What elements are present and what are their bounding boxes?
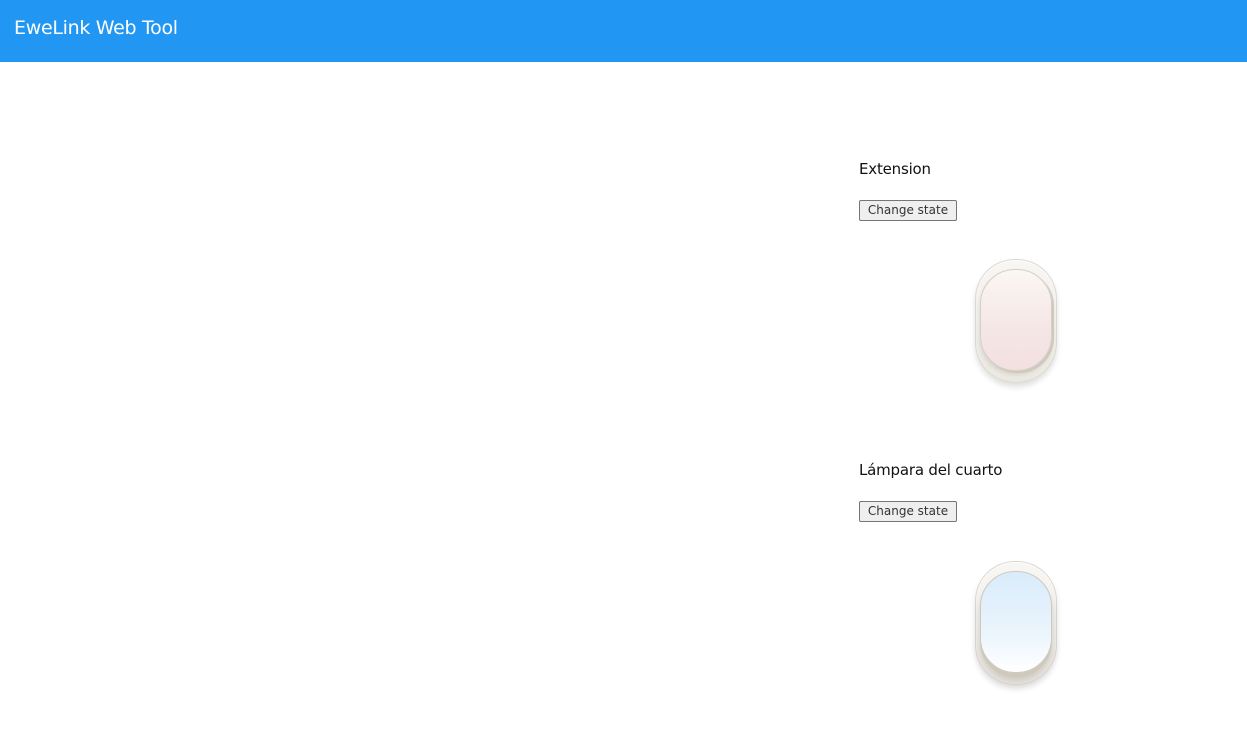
device-name: Lámpara del cuarto: [859, 461, 1003, 479]
switch-rocker[interactable]: [980, 269, 1052, 371]
change-state-button[interactable]: Change state: [859, 501, 957, 522]
device-card-lampara: Lámpara del cuarto Change state: [859, 461, 1119, 731]
toggle-switch-on[interactable]: [975, 561, 1057, 685]
device-name: Extension: [859, 160, 931, 178]
device-card-extension: Extension Change state: [859, 160, 1119, 430]
toggle-switch-off[interactable]: [975, 259, 1057, 383]
switch-rocker[interactable]: [980, 571, 1052, 673]
change-state-button[interactable]: Change state: [859, 200, 957, 221]
app-title: EweLink Web Tool: [14, 17, 178, 39]
top-app-bar: EweLink Web Tool: [0, 0, 1247, 62]
